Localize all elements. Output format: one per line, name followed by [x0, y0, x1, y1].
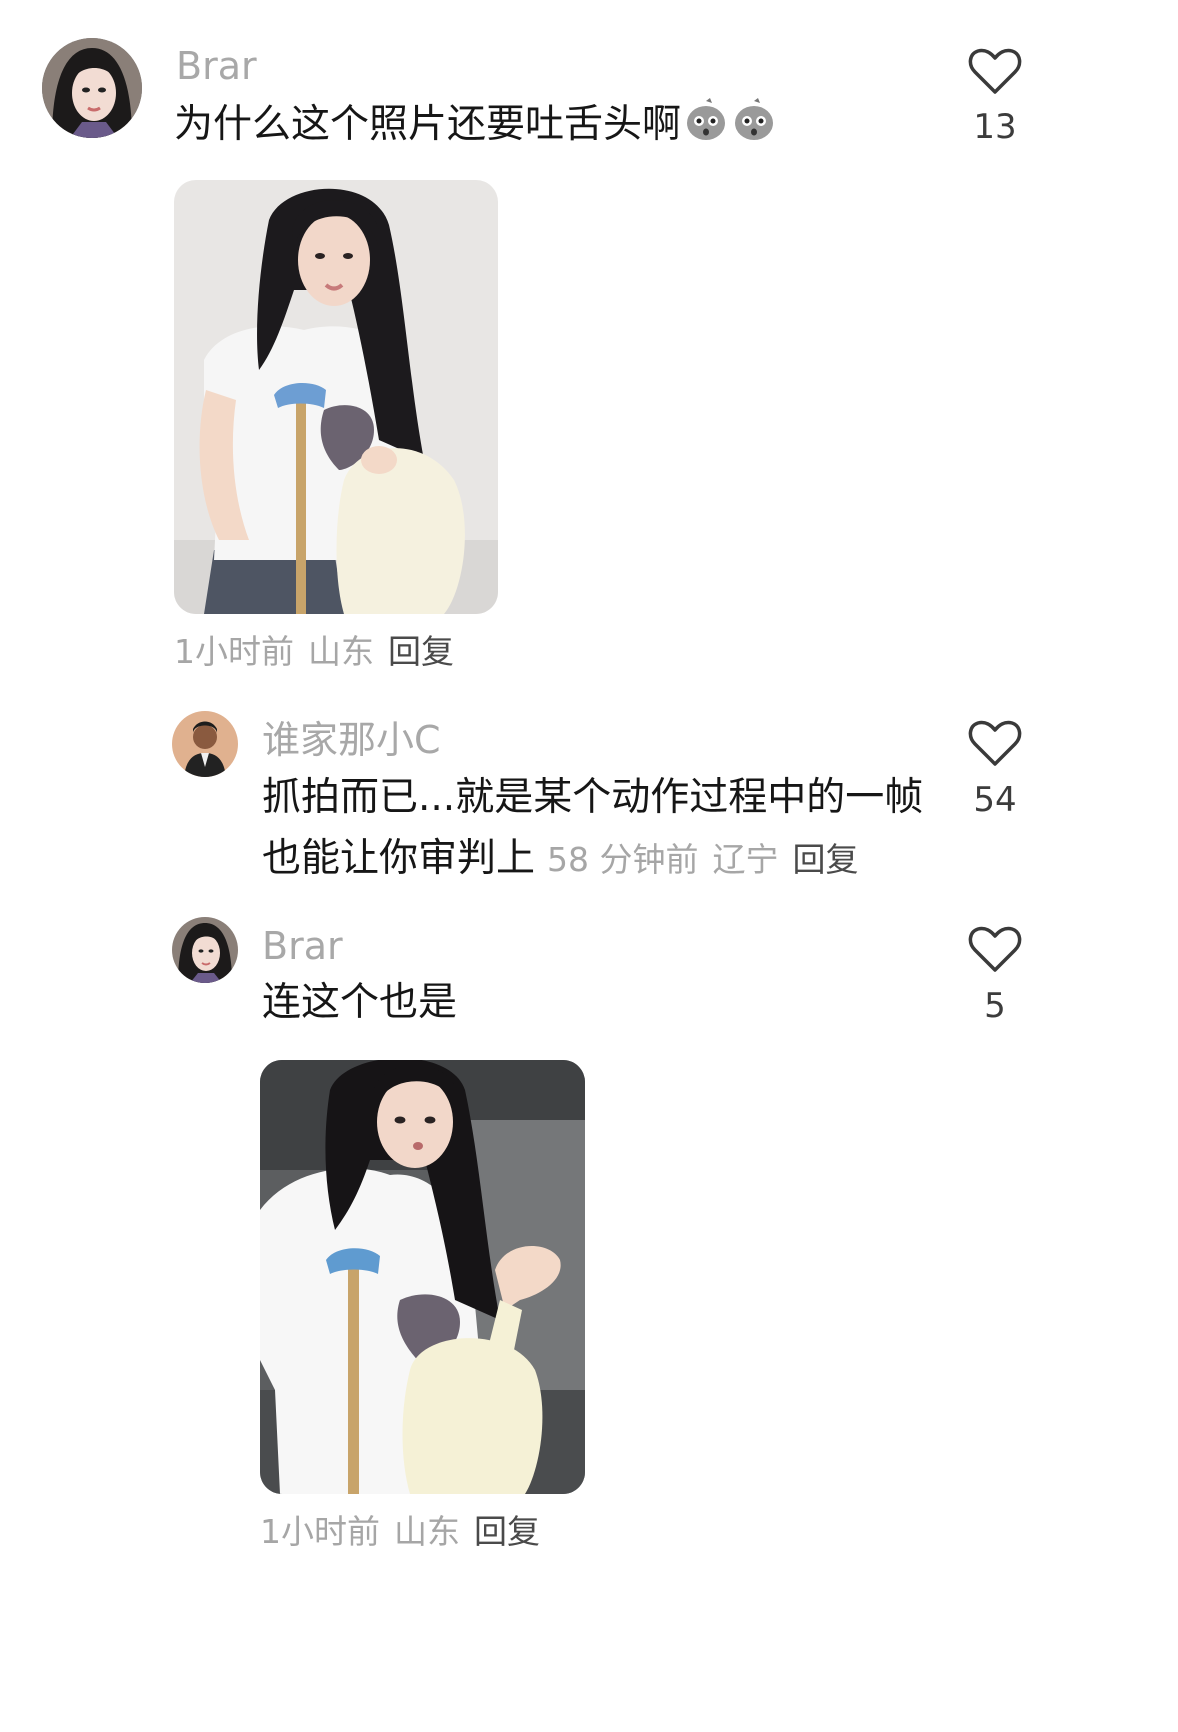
comment-text-content: 连这个也是: [262, 980, 458, 1025]
comment-time: 58 分钟前: [547, 840, 699, 879]
comment-time: 1小时前: [174, 632, 294, 671]
comment-location: 辽宁: [712, 840, 779, 879]
comment-location: 山东: [394, 1512, 460, 1551]
comment-text-line: 也能让你审判上: [262, 836, 536, 881]
like-count: 54: [973, 780, 1017, 820]
comment-text-line: 抓拍而已...就是某个动作过程中的一帧: [262, 775, 924, 820]
username[interactable]: Brar: [176, 44, 257, 88]
heart-icon[interactable]: [967, 924, 1023, 974]
comment-text: 为什么这个照片还要吐舌头啊: [174, 92, 777, 158]
avatar[interactable]: [172, 711, 238, 777]
heart-icon[interactable]: [967, 46, 1023, 96]
comment-location: 山东: [308, 632, 374, 671]
avatar[interactable]: [172, 917, 238, 983]
comment-text: 抓拍而已...就是某个动作过程中的一帧: [262, 765, 923, 831]
comment-meta: 1小时前 山东 回复: [260, 1512, 540, 1552]
comment-time: 1小时前: [260, 1512, 380, 1551]
heart-icon[interactable]: [967, 718, 1023, 768]
comment-image[interactable]: [260, 1060, 585, 1494]
reply-button[interactable]: 回复: [793, 840, 859, 879]
reply-button[interactable]: 回复: [388, 632, 454, 671]
comment-meta: 58 分钟前 辽宁 回复: [535, 840, 858, 879]
shocked-face-emoji-icon: [687, 98, 726, 140]
comment-image[interactable]: [174, 180, 498, 614]
comment-text: 连这个也是: [262, 970, 457, 1036]
reply-button[interactable]: 回复: [474, 1512, 540, 1551]
comment-text-content: 为什么这个照片还要吐舌头啊: [174, 102, 682, 147]
username[interactable]: 谁家那小C: [262, 718, 441, 762]
comment-text: 也能让你审判上 58 分钟前 辽宁 回复: [262, 826, 859, 893]
like-count: 5: [984, 986, 1006, 1026]
shocked-face-emoji-icon: [735, 98, 774, 140]
username[interactable]: Brar: [262, 924, 343, 968]
avatar[interactable]: [42, 38, 142, 138]
comment-meta: 1小时前 山东 回复: [174, 632, 454, 672]
like-count: 13: [973, 107, 1017, 147]
